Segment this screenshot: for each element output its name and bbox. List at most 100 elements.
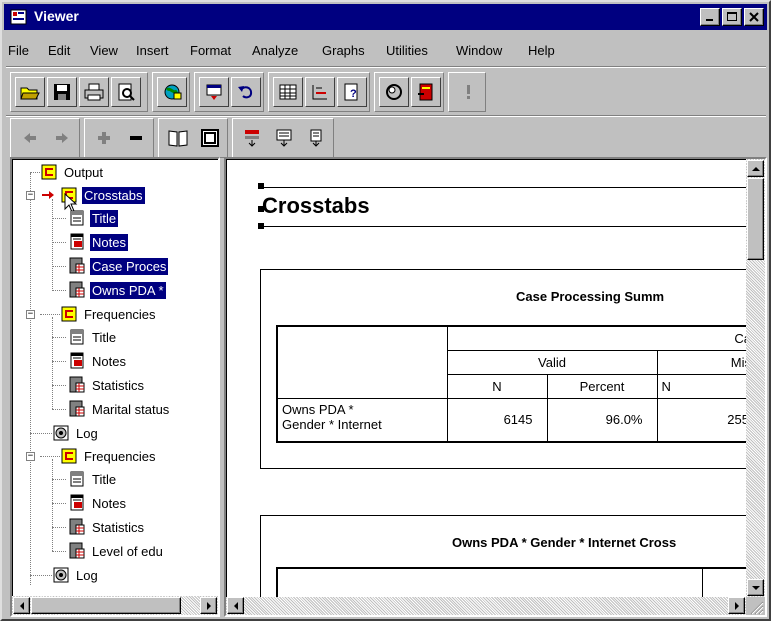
menu-separator: [6, 66, 766, 68]
scroll-left-button[interactable]: [227, 597, 244, 614]
next-button[interactable]: [47, 123, 77, 153]
use-sets-button[interactable]: [379, 77, 409, 107]
tree-item-title[interactable]: Title: [52, 326, 118, 348]
viewer-app-icon: [10, 9, 27, 25]
tree-item-title[interactable]: Title: [52, 207, 119, 229]
tree-line: [30, 173, 31, 585]
tree-item-title[interactable]: Title: [52, 468, 118, 490]
print-preview-button[interactable]: [111, 77, 141, 107]
maximize-button[interactable]: [722, 8, 742, 26]
tree-item-level-of-education[interactable]: Level of edu: [52, 540, 165, 562]
tree-item-statistics[interactable]: Statistics: [52, 374, 146, 396]
recall-dialog-button[interactable]: [199, 77, 229, 107]
save-button[interactable]: [47, 77, 77, 107]
notes-icon: [70, 494, 84, 511]
toolbar-group-edit: [194, 72, 264, 112]
tree-item-label: Notes: [92, 495, 126, 511]
scroll-right-button[interactable]: [200, 597, 217, 614]
menu-analyze[interactable]: Analyze: [252, 43, 298, 58]
tree-item-frequencies[interactable]: Frequencies: [16, 303, 158, 325]
toolbar-group-level: [84, 118, 154, 158]
menu-window[interactable]: Window: [456, 43, 502, 58]
content-scroll-thumb-vertical[interactable]: [747, 178, 764, 260]
print-preview-icon: [118, 83, 135, 101]
tree-item-label: Crosstabs: [82, 186, 145, 204]
output-book-icon: [41, 164, 57, 180]
designate-window-icon: [418, 83, 433, 101]
tree-item-notes[interactable]: Notes: [52, 231, 128, 253]
menu-help[interactable]: Help: [528, 43, 555, 58]
case-processing-table[interactable]: Ca Valid Mis N Percent N Owns PDA * Gend…: [276, 325, 756, 443]
tree-item-statistics[interactable]: Statistics: [52, 516, 146, 538]
header-valid: Valid: [446, 349, 658, 375]
tree-item-crosstabs[interactable]: Crosstabs: [16, 184, 145, 206]
toolbar-group-run: [448, 72, 486, 112]
goto-data-icon: [279, 84, 297, 100]
goto-case-button[interactable]: [305, 77, 335, 107]
outline-pane[interactable]: Output − Crosstabs Title Notes Case Proc…: [10, 157, 220, 617]
title-bar[interactable]: Viewer: [4, 4, 767, 30]
tree-item-label: Output: [64, 164, 104, 180]
resize-grip[interactable]: [746, 597, 765, 615]
procedure-book-icon: [61, 448, 77, 464]
table-icon: [69, 400, 85, 417]
insert-text-button[interactable]: [301, 123, 331, 153]
tree-item-owns-pda[interactable]: Owns PDA *: [52, 279, 166, 301]
table-icon: [69, 376, 85, 393]
minimize-button[interactable]: [700, 8, 720, 26]
tree-item-label: Case Proces: [90, 257, 169, 275]
toolbar-group-insert: [232, 118, 334, 158]
crosstab-title: Owns PDA * Gender * Internet Cross: [452, 535, 677, 550]
promote-button[interactable]: [89, 123, 119, 153]
previous-button[interactable]: [15, 123, 45, 153]
log-icon: [53, 567, 69, 583]
menu-file[interactable]: File: [8, 43, 29, 58]
tree-item-notes[interactable]: Notes: [52, 492, 128, 514]
selection-handle[interactable]: [258, 183, 264, 189]
undo-button[interactable]: [231, 77, 261, 107]
output-heading[interactable]: Crosstabs: [262, 193, 370, 219]
content-horizontal-scrollbar[interactable]: [226, 597, 746, 615]
insert-heading-button[interactable]: [237, 123, 267, 153]
variables-button[interactable]: ?: [337, 77, 367, 107]
tree-item-notes[interactable]: Notes: [52, 350, 128, 372]
save-icon: [54, 84, 70, 100]
scroll-right-button[interactable]: [728, 597, 745, 614]
run-button[interactable]: [453, 77, 483, 107]
hide-button[interactable]: [195, 123, 225, 153]
print-button[interactable]: [79, 77, 109, 107]
tree-item-label: Statistics: [92, 377, 145, 393]
scroll-up-button[interactable]: [747, 160, 764, 177]
content-pane[interactable]: Crosstabs Case Processing Summ Ca Valid …: [224, 157, 767, 617]
tree-item-frequencies[interactable]: Frequencies: [16, 445, 158, 467]
tree-item-output[interactable]: Output: [16, 161, 105, 183]
notes-icon: [70, 352, 84, 369]
scroll-down-button[interactable]: [747, 579, 764, 596]
log-icon: [53, 425, 69, 441]
tree-item-log[interactable]: Log: [16, 422, 100, 444]
viewer-window: Viewer File Edit View Insert Format Anal…: [0, 0, 771, 621]
scroll-left-button[interactable]: [13, 597, 30, 614]
demote-button[interactable]: [121, 123, 151, 153]
tree-item-marital-status[interactable]: Marital status: [52, 398, 171, 420]
menu-insert[interactable]: Insert: [136, 43, 169, 58]
valid-n-cell: 6145: [446, 397, 548, 443]
insert-title-button[interactable]: [269, 123, 299, 153]
menu-edit[interactable]: Edit: [48, 43, 70, 58]
menu-utilities[interactable]: Utilities: [386, 43, 428, 58]
export-button[interactable]: [157, 77, 187, 107]
outline-scroll-thumb[interactable]: [31, 597, 181, 614]
menu-format[interactable]: Format: [190, 43, 231, 58]
open-button[interactable]: [15, 77, 45, 107]
close-button[interactable]: [744, 8, 764, 26]
variables-icon: ?: [344, 83, 358, 101]
goto-data-button[interactable]: [273, 77, 303, 107]
tree-item-log[interactable]: Log: [16, 564, 100, 586]
show-all-button[interactable]: [163, 123, 193, 153]
designate-window-button[interactable]: [411, 77, 441, 107]
selection-handle[interactable]: [258, 223, 264, 229]
tree-item-case-processing[interactable]: Case Proces: [52, 255, 169, 277]
menu-view[interactable]: View: [90, 43, 118, 58]
menu-graphs[interactable]: Graphs: [322, 43, 365, 58]
notes-icon: [70, 233, 84, 250]
